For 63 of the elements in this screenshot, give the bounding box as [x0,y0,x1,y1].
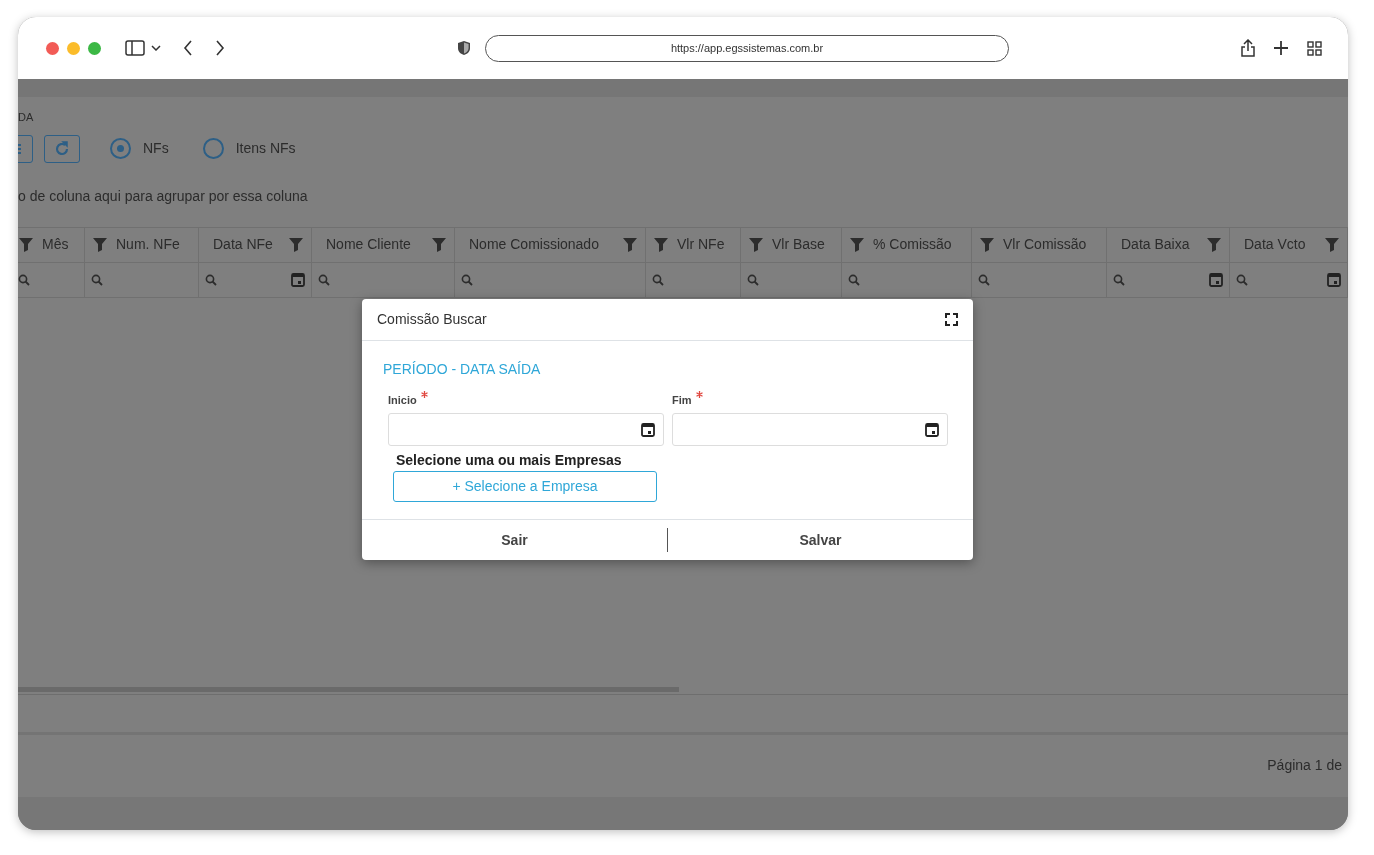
filter-icon[interactable] [1206,236,1222,253]
search-icon [978,273,990,286]
search-icon [848,273,860,286]
filter-icon[interactable] [1324,236,1340,253]
filter-icon[interactable] [979,236,995,253]
field-label: Inicio [388,393,417,408]
companies-label: Selecione uma ou mais Empresas [396,450,623,470]
filter-icon[interactable] [288,236,304,253]
sidebar-icon[interactable] [125,40,145,56]
minimize-dot[interactable] [67,41,80,55]
search-icon [91,273,103,286]
search-icon [18,273,30,286]
column-header[interactable]: Data Baixa [1107,227,1230,263]
back-icon[interactable] [183,40,193,56]
search-icon [318,273,330,286]
filter-cell[interactable] [18,262,85,297]
column-header[interactable]: Num. NFe [85,227,199,263]
pager-text: Página 1 de [1267,756,1342,776]
column-header[interactable]: Vlr NFe [646,227,741,263]
filter-icon[interactable] [18,236,34,253]
shield-icon [457,40,471,56]
column-header[interactable]: Data Vcto [1230,227,1348,263]
search-icon [461,273,473,286]
calendar-icon[interactable] [641,421,655,437]
group-hint: o de coluna aqui para agrupar por essa coluna [18,186,309,206]
search-icon [747,273,759,286]
column-header[interactable]: Data NFe [199,227,312,263]
filter-icon[interactable] [431,236,447,253]
grid-icon[interactable] [1307,40,1322,56]
search-icon [1236,273,1248,286]
date-input[interactable] [388,412,664,446]
maximize-dot[interactable] [88,41,101,55]
calendar-icon[interactable] [925,421,939,437]
column-header[interactable]: Vlr Comissão [972,227,1107,263]
forward-icon[interactable] [215,40,225,56]
search-icon [205,273,217,286]
section-title: PERÍODO - DATA SAÍDA [383,360,542,379]
radio-option[interactable]: NFs [110,138,169,159]
close-dot[interactable] [46,41,59,55]
scrollbar-thumb[interactable] [18,686,679,692]
column-header[interactable]: % Comissão [842,227,972,263]
dialog-title: Comissão Buscar [377,310,487,329]
column-header[interactable]: Mês [18,227,85,263]
radio-option[interactable]: Itens NFs [202,138,296,159]
plus-icon[interactable] [1273,40,1289,56]
page-title: DA [18,110,35,125]
fullscreen-icon[interactable] [945,313,958,326]
filter-icon[interactable] [748,236,764,253]
column-header[interactable]: Vlr Base [741,227,842,263]
refresh-icon [54,140,70,157]
filter-icon[interactable] [653,236,669,253]
search-icon [652,273,664,286]
field-label: Fim [672,393,692,408]
filter-icon[interactable] [92,236,108,253]
column-header[interactable]: Nome Cliente [312,227,455,263]
share-icon[interactable] [1241,39,1255,57]
column-header[interactable]: Nome Comissionado [455,227,646,263]
select-company-button[interactable]: + Selecione a Empresa [393,470,657,502]
filter-icon[interactable] [622,236,638,253]
search-icon [1113,273,1125,286]
date-input[interactable] [672,412,948,446]
chevron-down-icon[interactable] [151,45,161,51]
filter-icon[interactable] [849,236,865,253]
